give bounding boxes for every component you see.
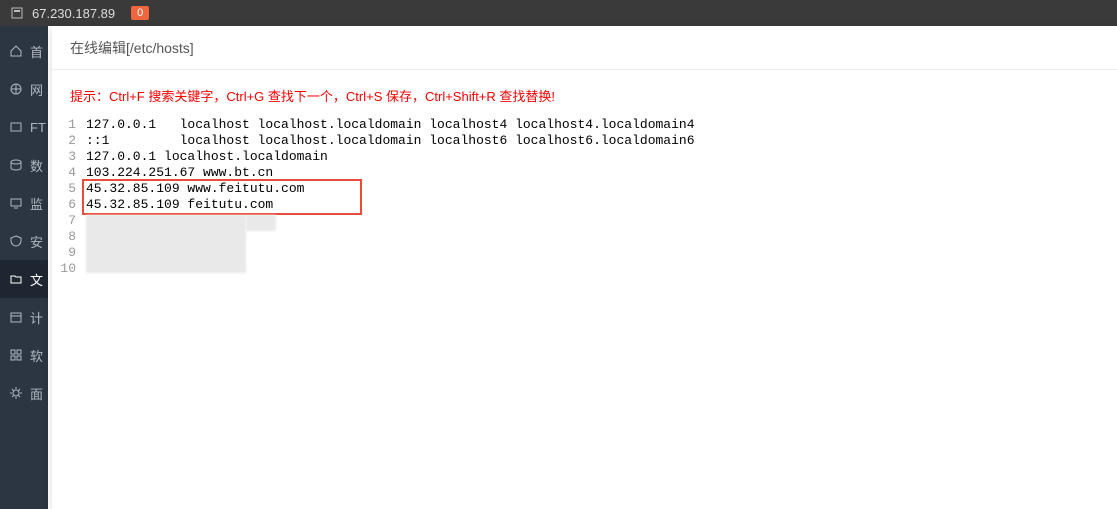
- line-number: 3: [52, 149, 76, 165]
- sidebar-item-label: 面: [30, 384, 43, 403]
- sidebar-item-web[interactable]: 网: [0, 70, 48, 108]
- line-number: 1: [52, 117, 76, 133]
- gear-icon: [8, 385, 24, 401]
- editor-modal: 在线编辑[/etc/hosts] 提示：Ctrl+F 搜索关键字，Ctrl+G …: [52, 26, 1117, 509]
- sidebar-item-panel[interactable]: 面: [0, 374, 48, 412]
- sidebar-item-monitor[interactable]: 监: [0, 184, 48, 222]
- topbar-badge[interactable]: 0: [131, 6, 149, 20]
- sidebar-item-label: 监: [30, 194, 43, 213]
- line-number: 2: [52, 133, 76, 149]
- modal-hint: 提示：Ctrl+F 搜索关键字，Ctrl+G 查找下一个，Ctrl+S 保存，C…: [52, 70, 1117, 115]
- grid-icon: [8, 347, 24, 363]
- modal-title: 在线编辑[/etc/hosts]: [70, 38, 194, 58]
- sidebar-item-label: 计: [30, 308, 43, 327]
- sidebar-item-files[interactable]: 文: [0, 260, 48, 298]
- database-icon: [8, 157, 24, 173]
- code-line[interactable]: 45.32.85.109 www.feitutu.com: [82, 181, 1117, 197]
- code-line[interactable]: 127.0.0.1 localhost.localdomain: [82, 149, 1117, 165]
- sidebar-item-ftp[interactable]: FT: [0, 108, 48, 146]
- line-number: 9: [52, 245, 76, 261]
- line-number: 4: [52, 165, 76, 181]
- sidebar-item-home[interactable]: 首: [0, 32, 48, 70]
- topbar: 67.230.187.89 0: [0, 0, 1117, 26]
- globe-icon: [8, 81, 24, 97]
- sidebar-item-soft[interactable]: 软: [0, 336, 48, 374]
- home-icon: [8, 43, 24, 59]
- calendar-icon: [8, 309, 24, 325]
- monitor-icon: [8, 195, 24, 211]
- modal-header: 在线编辑[/etc/hosts]: [52, 26, 1117, 70]
- sidebar-item-label: 安: [30, 232, 43, 251]
- sidebar-item-db[interactable]: 数: [0, 146, 48, 184]
- code-editor[interactable]: 12345678910 127.0.0.1 localhost localhos…: [52, 115, 1117, 509]
- sidebar-item-cron[interactable]: 计: [0, 298, 48, 336]
- sidebar-item-label: FT: [30, 120, 46, 135]
- sidebar-item-security[interactable]: 安: [0, 222, 48, 260]
- sidebar-item-label: 网: [30, 80, 43, 99]
- line-number: 5: [52, 181, 76, 197]
- line-number: 10: [52, 261, 76, 277]
- code-line[interactable]: 45.32.85.109 feitutu.com: [82, 197, 1117, 213]
- code-line[interactable]: 103.224.251.67 www.bt.cn: [82, 165, 1117, 181]
- code-area[interactable]: 127.0.0.1 localhost localhost.localdomai…: [82, 117, 1117, 509]
- sidebar: 首 网 FT 数 监 安 文 计 软 面: [0, 26, 48, 509]
- line-number: 8: [52, 229, 76, 245]
- sidebar-item-label: 软: [30, 346, 43, 365]
- redaction: [246, 215, 276, 231]
- code-line[interactable]: ::1 localhost localhost.localdomain loca…: [82, 133, 1117, 149]
- code-line[interactable]: 127.0.0.1 localhost localhost.localdomai…: [82, 117, 1117, 133]
- sidebar-item-label: 文: [30, 270, 43, 289]
- line-number: 6: [52, 197, 76, 213]
- sidebar-item-label: 首: [30, 42, 43, 61]
- line-gutter: 12345678910: [52, 117, 82, 509]
- folder-icon: [8, 271, 24, 287]
- shield-icon: [8, 233, 24, 249]
- sidebar-item-label: 数: [30, 156, 43, 175]
- topbar-ip: 67.230.187.89: [32, 6, 115, 21]
- line-number: 7: [52, 213, 76, 229]
- server-icon: [10, 6, 24, 20]
- redaction: [86, 215, 246, 273]
- ftp-icon: [8, 119, 24, 135]
